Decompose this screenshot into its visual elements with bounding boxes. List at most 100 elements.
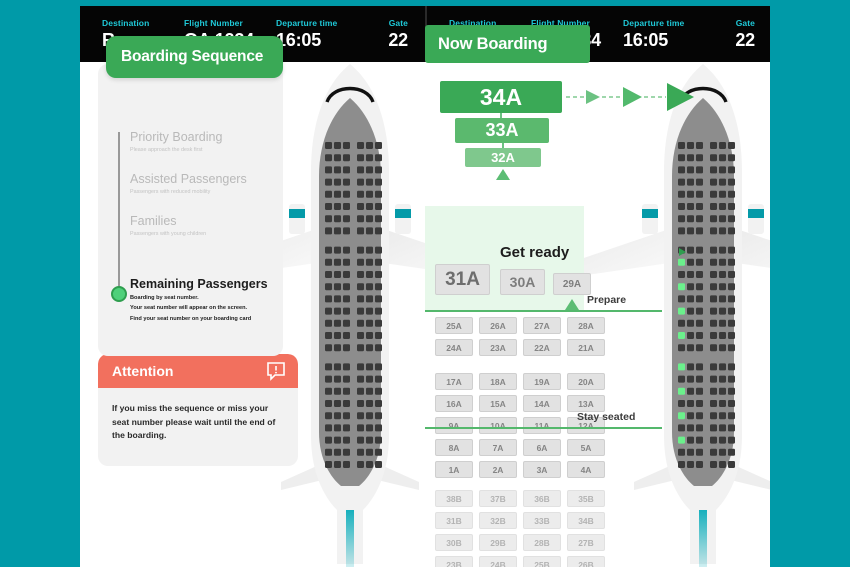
gate-value: 22 — [388, 30, 408, 50]
cabin-seat — [710, 387, 717, 395]
cabin-seat — [325, 424, 332, 432]
cabin-seat — [325, 344, 332, 352]
cabin-seat — [728, 375, 735, 383]
cabin-seat — [366, 344, 373, 352]
cabin-seat — [728, 166, 735, 174]
cabin-seat — [366, 448, 373, 456]
get-ready-seat-2: 30A — [500, 269, 545, 295]
cabin-seat — [375, 227, 382, 235]
cabin-seat — [696, 424, 703, 432]
seat-cell: 36B — [523, 490, 561, 507]
cabin-seat — [710, 375, 717, 383]
sequence-step-priority-boarding[interactable]: Priority Boarding Please approach the de… — [130, 130, 280, 154]
seat-cell: 6A — [523, 439, 561, 456]
cabin-seat — [719, 154, 726, 162]
cabin-seat — [678, 154, 685, 162]
cabin-seat — [719, 461, 726, 468]
cabin-seat — [375, 375, 382, 383]
cabin-seat — [678, 271, 685, 278]
cabin-seat — [366, 283, 373, 291]
step-subtitle: Passengers with young children — [130, 231, 207, 237]
cabin-seat — [366, 258, 373, 266]
cabin-seat — [696, 154, 703, 162]
get-ready-seat-3: 29A — [553, 273, 591, 295]
cabin-seat — [696, 461, 703, 468]
stay-seated-label: Stay seated — [577, 411, 636, 423]
seat-cell: 27A — [523, 317, 561, 334]
cabin-seat — [357, 295, 364, 303]
cabin-seat — [357, 258, 364, 266]
seat-cell: 24A — [435, 339, 473, 356]
cabin-seat — [357, 319, 364, 327]
cabin-seat — [343, 307, 350, 315]
cabin-seat — [719, 400, 726, 407]
cabin-seat — [343, 166, 350, 174]
seat-cell: 28B — [523, 534, 561, 551]
cabin-seat — [719, 166, 726, 174]
cabin-seat — [375, 461, 382, 468]
cabin-seat — [343, 190, 350, 198]
seat-cell: 15A — [479, 395, 517, 412]
sequence-track-line — [118, 132, 120, 292]
cabin-seat — [325, 215, 332, 223]
cabin-seat — [366, 400, 373, 407]
cabin-seat — [334, 412, 341, 420]
cabin-seat — [687, 424, 694, 432]
cabin-seat — [728, 424, 735, 432]
cabin-seat — [325, 190, 332, 198]
cabin-seat — [375, 332, 382, 339]
cabin-seat — [687, 363, 694, 371]
cabin-seat — [334, 461, 341, 468]
sequence-step-families[interactable]: Families Passengers with young children — [130, 214, 280, 238]
departure-time-field: Departure time 16:05 — [276, 16, 364, 52]
cabin-seat — [687, 344, 694, 352]
sequence-step-assisted-passengers[interactable]: Assisted Passengers Passengers with redu… — [130, 172, 280, 196]
sequence-step-remaining-passengers[interactable]: Remaining Passengers Boarding by seat nu… — [130, 277, 280, 323]
cabin-seat — [728, 246, 735, 254]
cabin-seat — [687, 258, 694, 266]
cabin-seat — [719, 295, 726, 303]
cabin-seat — [366, 295, 373, 303]
cabin-seat — [710, 166, 717, 174]
cabin-seat — [696, 215, 703, 223]
cabin-seat — [325, 295, 332, 303]
step-subtitle: Passengers with reduced mobility — [130, 189, 211, 195]
cabin-seat — [710, 448, 717, 456]
cabin-seat — [325, 246, 332, 254]
cabin-seat — [678, 448, 685, 456]
cabin-seat — [366, 215, 373, 223]
cabin-seat — [710, 400, 717, 407]
cabin-seat — [719, 448, 726, 456]
cabin-seat — [357, 387, 364, 395]
cabin-seat — [343, 387, 350, 395]
step-detail-line-3: Find your seat number on your boarding c… — [130, 315, 252, 322]
get-ready-seat-1: 31A — [435, 264, 490, 295]
cabin-seat — [696, 344, 703, 352]
now-boarding-title-bar: Now Boarding — [425, 25, 590, 63]
cabin-seat — [343, 246, 350, 254]
now-boarding-title: Now Boarding — [438, 34, 548, 53]
cabin-seat — [710, 412, 717, 420]
cabin-seat — [325, 461, 332, 468]
cabin-seat — [687, 271, 694, 278]
cabin-seat — [687, 190, 694, 198]
cabin-seat — [728, 142, 735, 149]
cabin-seat — [343, 203, 350, 210]
cabin-seat — [334, 215, 341, 223]
cabin-seat — [334, 400, 341, 407]
cabin-seat — [343, 215, 350, 223]
cabin-seat — [728, 344, 735, 352]
cabin-seat — [687, 400, 694, 407]
cabin-seat — [325, 332, 332, 339]
seat-cell: 23B — [435, 556, 473, 567]
seat-cell: 30B — [435, 534, 473, 551]
cabin-seat — [728, 215, 735, 223]
attention-title-bar: Attention — [98, 354, 298, 388]
cabin-seat — [334, 436, 341, 444]
cabin-seat — [375, 154, 382, 162]
cabin-seat — [678, 142, 685, 149]
cabin-seat — [696, 166, 703, 174]
cabin-seat — [366, 375, 373, 383]
seat-cell: 7A — [479, 439, 517, 456]
cabin-seat — [325, 319, 332, 327]
